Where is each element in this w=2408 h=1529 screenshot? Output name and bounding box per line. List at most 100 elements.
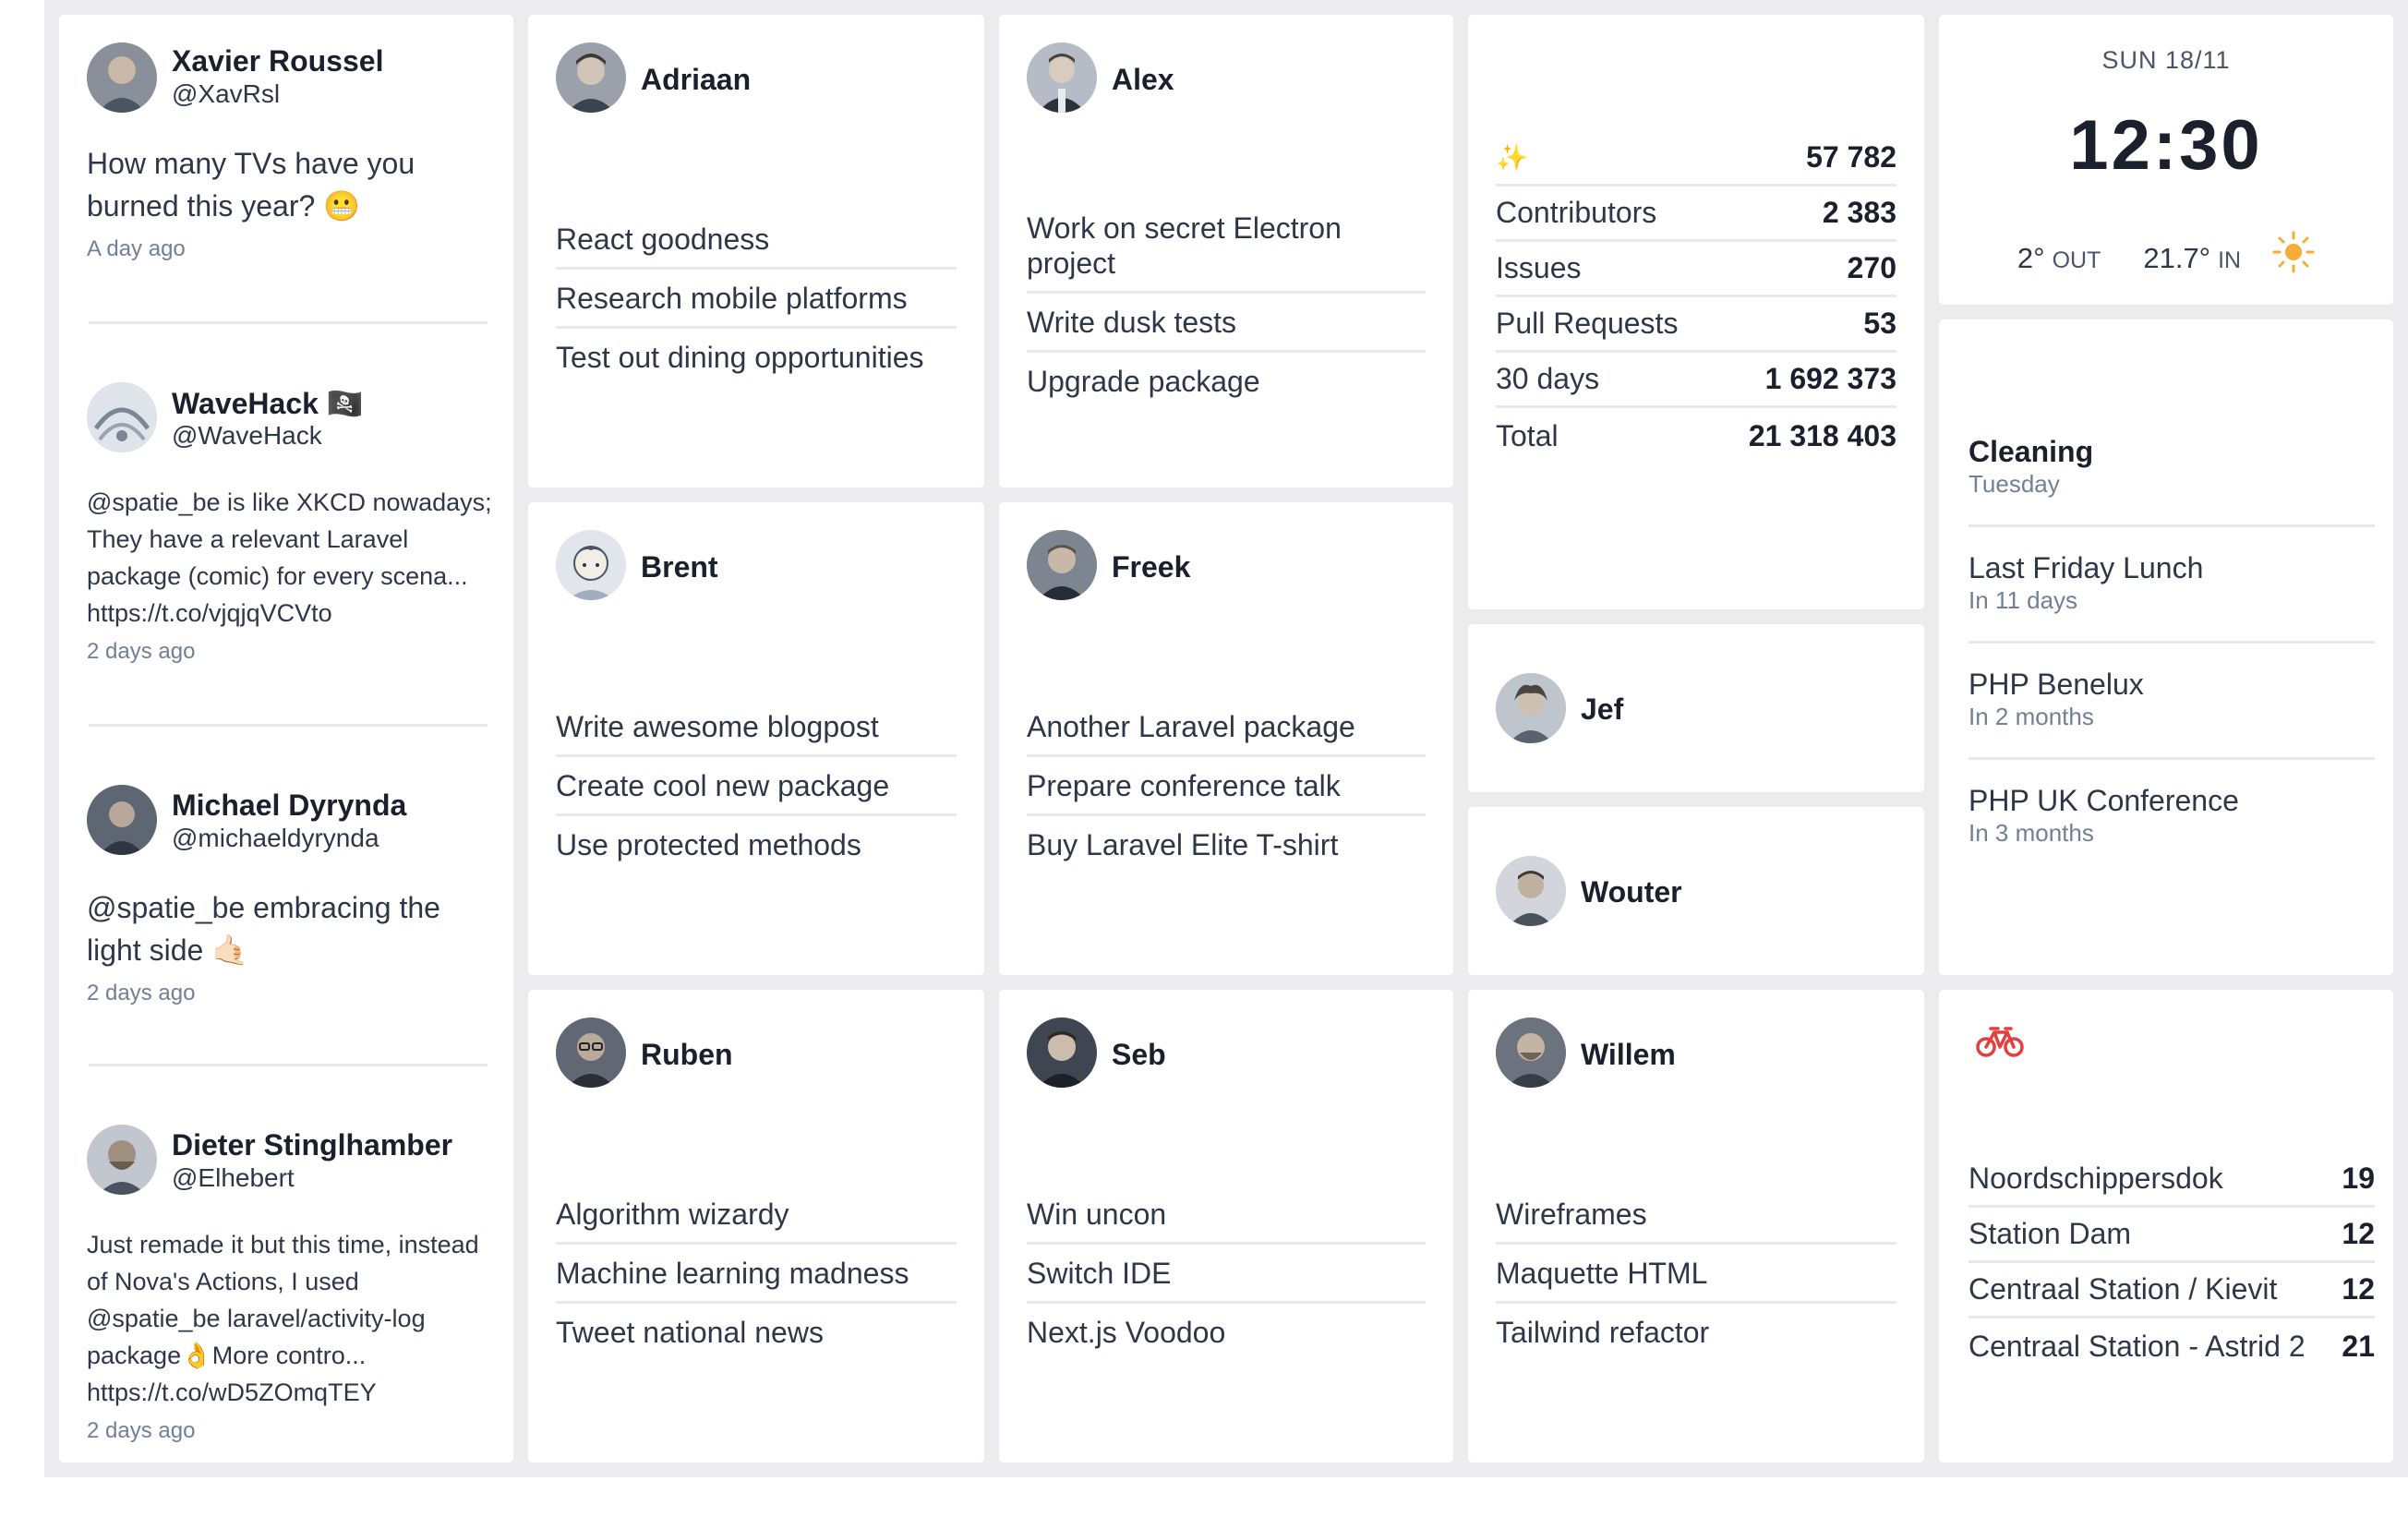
stat-value: 57 782 xyxy=(1806,140,1896,174)
inside-label: IN xyxy=(2218,247,2242,273)
team-member-name: Jef xyxy=(1581,692,1624,726)
avatar xyxy=(87,785,157,855)
tweet-timestamp: 2 days ago xyxy=(87,981,196,1005)
divider xyxy=(1969,641,2375,644)
stat-row: Pull Requests 53 xyxy=(1496,297,1896,353)
task-list: Algorithm wizardy Machine learning madne… xyxy=(556,1186,957,1360)
tweet-author-name: Xavier Roussel xyxy=(172,44,384,78)
task-item: Wireframes xyxy=(1496,1186,1896,1245)
divider xyxy=(1969,524,2375,527)
divider xyxy=(89,724,488,727)
task-list: React goodness Research mobile platforms… xyxy=(556,211,957,385)
task-item: Write awesome blogpost xyxy=(556,698,957,757)
twitter-tile: Xavier Roussel @XavRsl How many TVs have… xyxy=(59,15,513,1463)
bike-count: 21 xyxy=(2342,1329,2375,1363)
team-member-tile-ruben: Ruben Algorithm wizardy Machine learning… xyxy=(528,990,984,1463)
team-member-tile-seb: Seb Win uncon Switch IDE Next.js Voodoo xyxy=(999,990,1453,1463)
tweet-timestamp: 2 days ago xyxy=(87,639,196,664)
task-item: Prepare conference talk xyxy=(1027,757,1426,816)
divider xyxy=(89,321,488,324)
event-title: PHP UK Conference xyxy=(1969,784,2239,817)
avatar xyxy=(87,1125,157,1195)
inside-temperature: 21.7° xyxy=(2143,242,2211,274)
task-item: Next.js Voodoo xyxy=(1027,1316,1226,1349)
sparkles-icon: ✨ xyxy=(1496,143,1528,172)
task-item: Work on secret Electron project xyxy=(1027,199,1426,294)
task-item: Algorithm wizardy xyxy=(556,1186,957,1245)
task-item: Win uncon xyxy=(1027,1186,1426,1245)
task-item: Upgrade package xyxy=(1027,365,1260,398)
tweet-text: @spatie_be embracing the light side 🤙🏻 xyxy=(87,891,440,967)
team-member-name: Adriaan xyxy=(641,63,752,96)
bicycle-icon xyxy=(1976,1023,2024,1063)
task-item: React goodness xyxy=(556,211,957,270)
stat-value: 2 383 xyxy=(1822,196,1896,229)
bike-count: 12 xyxy=(2342,1217,2375,1250)
avatar xyxy=(556,530,626,600)
task-item: Switch IDE xyxy=(1027,1245,1426,1304)
dashboard: Xavier Roussel @XavRsl How many TVs have… xyxy=(44,0,2408,1477)
stat-value: 53 xyxy=(1863,307,1896,340)
stat-label: Total xyxy=(1496,418,1559,452)
tweet-text: How many TVs have you burned this year? … xyxy=(87,147,415,223)
stat-label: Contributors xyxy=(1496,196,1657,229)
stat-row: Issues 270 xyxy=(1496,242,1896,297)
bike-station-row: Station Dam 12 xyxy=(1969,1208,2375,1263)
task-item: Maquette HTML xyxy=(1496,1245,1896,1304)
bike-count: 19 xyxy=(2342,1162,2375,1195)
task-list: Write awesome blogpost Create cool new p… xyxy=(556,698,957,873)
task-item: Create cool new package xyxy=(556,757,957,816)
tweet-author-handle[interactable]: @michaeldyrynda xyxy=(172,824,379,853)
stat-value: 270 xyxy=(1847,251,1896,284)
avatar xyxy=(1027,530,1097,600)
team-member-tile-freek: Freek Another Laravel package Prepare co… xyxy=(999,502,1453,975)
stat-row: Total 21 318 403 xyxy=(1496,408,1896,464)
tweet-timestamp: 2 days ago xyxy=(87,1418,196,1443)
event-date: Tuesday xyxy=(1969,470,2060,498)
calendar-event: Last Friday Lunch In 11 days xyxy=(1969,550,2375,615)
team-member-tile-alex: Alex Work on secret Electron project Wri… xyxy=(999,15,1453,488)
statistics-list: ✨ 57 782 Contributors 2 383 Issues 270 P… xyxy=(1496,131,1896,464)
tweet-author-name: Dieter Stinglhamber xyxy=(172,1128,453,1162)
avatar xyxy=(1027,1017,1097,1088)
task-list: Win uncon Switch IDE Next.js Voodoo xyxy=(1027,1186,1426,1360)
station-name: Centraal Station / Kievit xyxy=(1969,1272,2278,1306)
team-member-name: Willem xyxy=(1581,1038,1676,1071)
stat-value: 1 692 373 xyxy=(1764,362,1896,395)
stat-label: Pull Requests xyxy=(1496,307,1679,340)
bike-station-row: Centraal Station - Astrid 2 21 xyxy=(1969,1318,2375,1374)
stat-value: 21 318 403 xyxy=(1748,418,1896,452)
calendar-event: Cleaning Tuesday xyxy=(1969,434,2375,499)
bike-station-row: Centraal Station / Kievit 12 xyxy=(1969,1263,2375,1318)
team-member-tile-wouter: Wouter xyxy=(1468,807,1924,975)
tweet-author-handle[interactable]: @Elhebert xyxy=(172,1163,295,1193)
tweet-text: Just remade it but this time, instead of… xyxy=(87,1231,479,1406)
bike-count: 12 xyxy=(2342,1272,2375,1306)
avatar xyxy=(556,42,626,113)
avatar xyxy=(1496,1017,1566,1088)
team-member-name: Seb xyxy=(1112,1038,1166,1071)
avatar xyxy=(87,42,157,113)
task-item: Tailwind refactor xyxy=(1496,1316,1710,1349)
event-date: In 11 days xyxy=(1969,586,2078,614)
task-item: Test out dining opportunities xyxy=(556,341,924,374)
time-weather-tile: SUN 18/11 12:30 2° OUT 21.7° IN xyxy=(1939,15,2393,305)
avatar xyxy=(1496,673,1566,743)
outside-label: OUT xyxy=(2052,247,2101,273)
avatar xyxy=(556,1017,626,1088)
tweet-author-handle[interactable]: @WaveHack xyxy=(172,421,322,451)
event-date: In 3 months xyxy=(1969,819,2094,847)
team-member-tile-willem: Willem Wireframes Maquette HTML Tailwind… xyxy=(1468,990,1924,1463)
clock-time: 12:30 xyxy=(2069,106,2263,185)
temperature-row: 2° OUT 21.7° IN xyxy=(1939,225,2393,275)
tweet-author-handle[interactable]: @XavRsl xyxy=(172,79,280,109)
team-member-name: Ruben xyxy=(641,1038,733,1071)
team-member-name: Wouter xyxy=(1581,875,1682,909)
tweet-timestamp: A day ago xyxy=(87,236,186,261)
task-item: Tweet national news xyxy=(556,1316,824,1349)
task-list: Another Laravel package Prepare conferen… xyxy=(1027,698,1426,873)
task-list: Wireframes Maquette HTML Tailwind refact… xyxy=(1496,1186,1896,1360)
team-member-tile-brent: Brent Write awesome blogpost Create cool… xyxy=(528,502,984,975)
divider xyxy=(89,1064,488,1066)
task-item: Write dusk tests xyxy=(1027,294,1426,353)
